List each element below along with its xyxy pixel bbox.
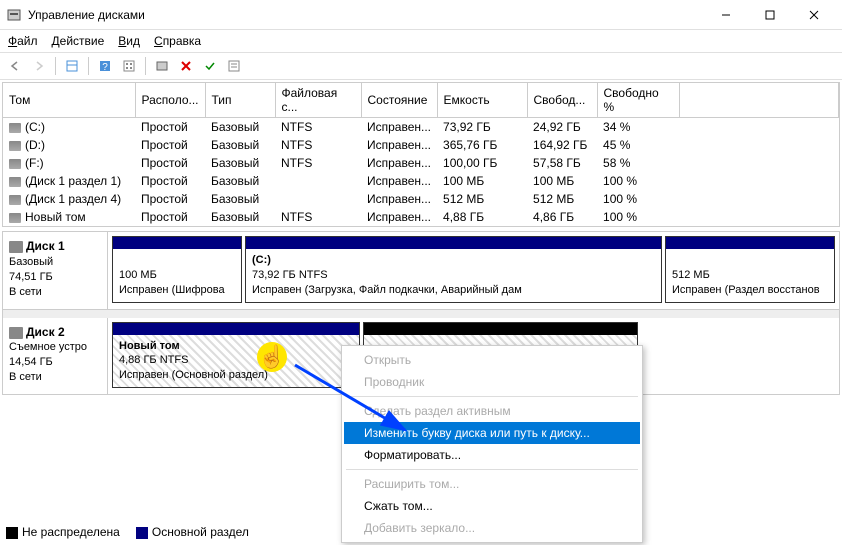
- ctx-explorer: Проводник: [344, 371, 640, 393]
- col-type[interactable]: Тип: [205, 83, 275, 118]
- menu-bar: Файл Действие Вид Справка: [0, 30, 842, 52]
- col-pct[interactable]: Свободно %: [597, 83, 679, 118]
- back-button[interactable]: [4, 55, 26, 77]
- help-button[interactable]: ?: [94, 55, 116, 77]
- disk2-label[interactable]: Диск 2 Съемное устро14,54 ГБВ сети: [3, 318, 108, 395]
- ctx-active: Сделать раздел активным: [344, 400, 640, 422]
- col-status[interactable]: Состояние: [361, 83, 437, 118]
- table-row[interactable]: (C:)ПростойБазовыйNTFSИсправен...73,92 Г…: [3, 118, 839, 137]
- disk1-label[interactable]: Диск 1 Базовый74,51 ГБВ сети: [3, 232, 108, 309]
- menu-view[interactable]: Вид: [118, 34, 140, 48]
- maximize-button[interactable]: [748, 1, 792, 29]
- menu-help[interactable]: Справка: [154, 34, 201, 48]
- legend-primary: Основной раздел: [152, 525, 249, 539]
- ctx-open: Открыть: [344, 349, 640, 371]
- disk-icon: [9, 327, 23, 339]
- col-layout[interactable]: Располо...: [135, 83, 205, 118]
- minimize-button[interactable]: [704, 1, 748, 29]
- ctx-shrink[interactable]: Сжать том...: [344, 495, 640, 517]
- refresh-button[interactable]: [151, 55, 173, 77]
- delete-button[interactable]: [175, 55, 197, 77]
- table-row[interactable]: Новый томПростойБазовыйNTFSИсправен...4,…: [3, 208, 839, 226]
- legend: Не распределена Основной раздел: [6, 525, 249, 539]
- legend-unallocated: Не распределена: [22, 525, 120, 539]
- volume-table[interactable]: Том Располо... Тип Файловая с... Состоян…: [3, 83, 839, 226]
- properties-button[interactable]: [223, 55, 245, 77]
- col-capacity[interactable]: Емкость: [437, 83, 527, 118]
- ctx-extend: Расширить том...: [344, 473, 640, 495]
- volume-icon: [9, 159, 21, 169]
- check-button[interactable]: [199, 55, 221, 77]
- disk2-partition-1[interactable]: Новый том4,88 ГБ NTFSИсправен (Основной …: [112, 322, 360, 389]
- context-menu: Открыть Проводник Сделать раздел активны…: [341, 345, 643, 543]
- disk1-partition-c[interactable]: (C:)73,92 ГБ NTFSИсправен (Загрузка, Фай…: [245, 236, 662, 303]
- svg-text:?: ?: [102, 62, 108, 73]
- cursor-pointer-icon: ☝: [257, 342, 287, 372]
- view-button[interactable]: [61, 55, 83, 77]
- menu-file[interactable]: Файл: [8, 34, 38, 48]
- volume-icon: [9, 213, 21, 223]
- volume-icon: [9, 141, 21, 151]
- menu-action[interactable]: Действие: [52, 34, 105, 48]
- ctx-format[interactable]: Форматировать...: [344, 444, 640, 466]
- table-row[interactable]: (D:)ПростойБазовыйNTFSИсправен...365,76 …: [3, 136, 839, 154]
- volume-icon: [9, 123, 21, 133]
- ctx-change-letter[interactable]: Изменить букву диска или путь к диску...: [344, 422, 640, 444]
- volume-icon: [9, 195, 21, 205]
- forward-button[interactable]: [28, 55, 50, 77]
- table-row[interactable]: (Диск 1 раздел 4)ПростойБазовыйИсправен.…: [3, 190, 839, 208]
- volume-icon: [9, 177, 21, 187]
- toolbar: ?: [0, 52, 842, 80]
- settings-button[interactable]: [118, 55, 140, 77]
- ctx-mirror: Добавить зеркало...: [344, 517, 640, 539]
- app-icon: [6, 7, 22, 23]
- col-fs[interactable]: Файловая с...: [275, 83, 361, 118]
- disk-icon: [9, 241, 23, 253]
- table-row[interactable]: (Диск 1 раздел 1)ПростойБазовыйИсправен.…: [3, 172, 839, 190]
- disk1-partition-1[interactable]: 100 МБИсправен (Шифрова: [112, 236, 242, 303]
- close-button[interactable]: [792, 1, 836, 29]
- disk1-partition-recovery[interactable]: 512 МБИсправен (Раздел восстанов: [665, 236, 835, 303]
- table-row[interactable]: (F:)ПростойБазовыйNTFSИсправен...100,00 …: [3, 154, 839, 172]
- col-free[interactable]: Свобод...: [527, 83, 597, 118]
- col-volume[interactable]: Том: [3, 83, 135, 118]
- window-title: Управление дисками: [28, 8, 704, 22]
